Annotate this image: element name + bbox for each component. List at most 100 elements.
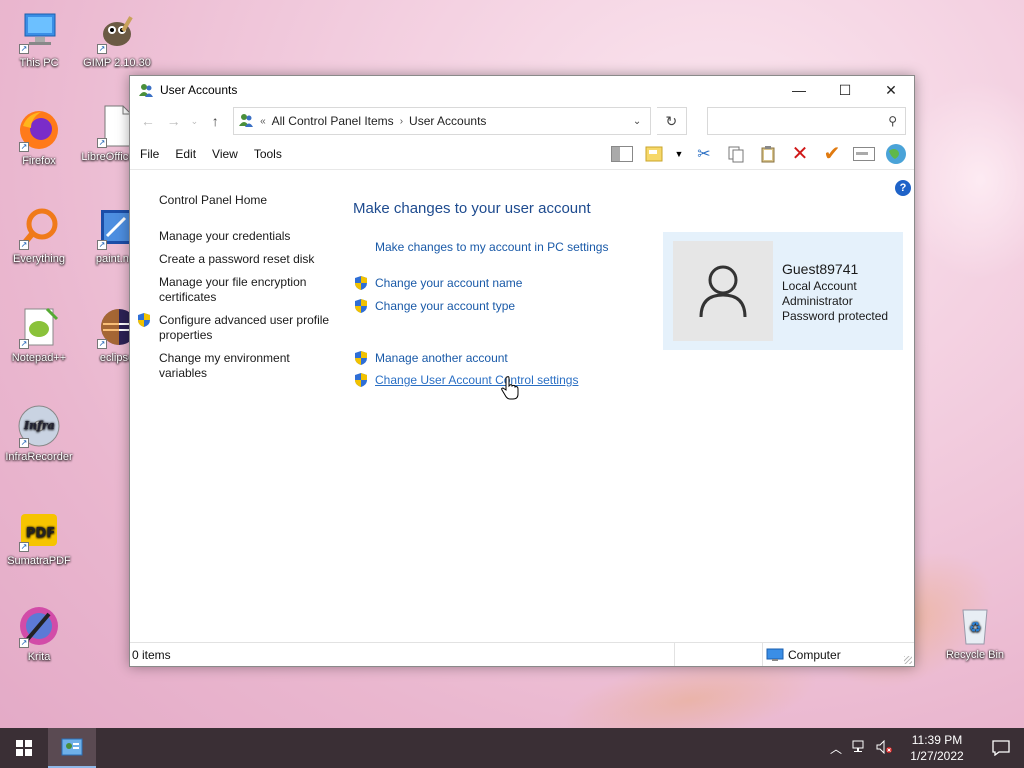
clock-date: 1/27/2022 bbox=[910, 749, 964, 763]
apply-button[interactable]: ✔ bbox=[820, 142, 844, 166]
item-count: 0 items bbox=[132, 648, 171, 662]
desktop-icon-infrarecorder[interactable]: Infra ↗ InfraRecorder bbox=[1, 404, 77, 464]
desktop-icon-this-pc[interactable]: ↗ This PC bbox=[1, 10, 77, 70]
user-accounts-window: User Accounts — ☐ ✕ ← → ⌄ ↑ « All Contro… bbox=[129, 75, 915, 667]
desktop-icon-label: Firefox bbox=[22, 155, 56, 167]
taskbar-app-user-accounts[interactable] bbox=[48, 728, 96, 768]
password-reset-disk-link[interactable]: Create a password reset disk bbox=[159, 252, 334, 267]
address-bar[interactable]: « All Control Panel Items › User Account… bbox=[233, 107, 652, 135]
desktop-icon-label: InfraRecorder bbox=[5, 451, 73, 463]
shortcut-arrow-icon: ↗ bbox=[97, 240, 107, 250]
delete-x-icon: ✕ bbox=[791, 143, 809, 165]
account-type-local: Local Account bbox=[782, 279, 857, 293]
status-zone: Computer bbox=[766, 648, 841, 662]
menu-tools[interactable]: Tools bbox=[254, 147, 282, 161]
uac-settings-link[interactable]: Change User Account Control settings bbox=[375, 373, 578, 387]
shortcut-arrow-icon: ↗ bbox=[97, 339, 107, 349]
shortcut-arrow-icon: ↗ bbox=[19, 638, 29, 648]
desktop-icon-firefox[interactable]: ↗ Firefox bbox=[1, 108, 77, 168]
infrarecorder-disc-icon: Infra ↗ bbox=[17, 404, 61, 448]
pc-settings-link[interactable]: Make changes to my account in PC setting… bbox=[375, 240, 608, 254]
advanced-profile-properties-link[interactable]: Configure advanced user profile properti… bbox=[159, 313, 334, 343]
address-row: ← → ⌄ ↑ « All Control Panel Items › User… bbox=[130, 104, 914, 138]
environment-variables-link[interactable]: Change my environment variables bbox=[159, 351, 334, 381]
desktop-icon-sumatrapdf[interactable]: PDF ↗ SumatraPDF bbox=[1, 508, 77, 568]
properties-button[interactable] bbox=[642, 142, 666, 166]
search-input[interactable] bbox=[707, 108, 878, 134]
control-panel-home-link[interactable]: Control Panel Home bbox=[159, 193, 334, 208]
maximize-button[interactable]: ☐ bbox=[822, 76, 868, 104]
desktop-icon-everything[interactable]: ↗ Everything bbox=[1, 206, 77, 266]
account-password-status: Password protected bbox=[782, 309, 889, 323]
copy-button[interactable] bbox=[724, 142, 748, 166]
cut-button[interactable]: ✂ bbox=[692, 142, 716, 166]
network-button[interactable] bbox=[848, 740, 872, 757]
clock[interactable]: 11:39 PM 1/27/2022 bbox=[896, 732, 978, 764]
desktop-icon-label: This PC bbox=[19, 57, 59, 69]
pane-layout-icon bbox=[611, 145, 633, 162]
action-center-button[interactable] bbox=[978, 740, 1024, 756]
show-hidden-icons-button[interactable]: ︿ bbox=[824, 740, 848, 757]
refresh-button[interactable]: ↻ bbox=[657, 107, 687, 135]
minimize-button[interactable]: — bbox=[776, 76, 822, 104]
user-accounts-icon bbox=[138, 82, 154, 98]
rename-button[interactable] bbox=[852, 142, 876, 166]
breadcrumb-overflow[interactable]: « bbox=[260, 116, 266, 127]
notification-icon bbox=[992, 740, 1010, 756]
arrow-right-icon: → bbox=[166, 113, 181, 129]
uac-shield-icon bbox=[353, 298, 369, 314]
shortcut-arrow-icon: ↗ bbox=[19, 542, 29, 552]
maximize-icon: ☐ bbox=[838, 81, 852, 98]
menu-view[interactable]: View bbox=[212, 147, 238, 161]
manage-another-account-link[interactable]: Manage another account bbox=[375, 351, 508, 365]
address-dropdown-button[interactable]: ⌄ bbox=[624, 116, 650, 127]
paste-button[interactable] bbox=[756, 142, 780, 166]
menu-file[interactable]: File bbox=[140, 147, 159, 161]
sumatrapdf-icon: PDF ↗ bbox=[17, 508, 61, 552]
desktop-icon-notepadpp[interactable]: ↗ Notepad++ bbox=[1, 305, 77, 365]
desktop-icon-label: Notepad++ bbox=[11, 352, 67, 364]
control-panel-icon bbox=[61, 738, 83, 756]
breadcrumb-all-control-panel-items[interactable]: All Control Panel Items bbox=[272, 114, 394, 128]
clipboard-icon bbox=[761, 145, 775, 162]
status-bar: 0 items Computer bbox=[130, 642, 914, 666]
desktop-icon-label: GIMP 2.10.30 bbox=[83, 57, 151, 69]
uac-shield-icon bbox=[353, 275, 369, 291]
close-icon: ✕ bbox=[885, 81, 897, 98]
shortcut-arrow-icon: ↗ bbox=[19, 339, 29, 349]
properties-dropdown[interactable]: ▼ bbox=[674, 142, 684, 166]
desktop-icon-recycle-bin[interactable]: ♻ Recycle Bin bbox=[937, 602, 1013, 662]
volume-button[interactable] bbox=[872, 739, 896, 757]
close-button[interactable]: ✕ bbox=[868, 76, 914, 104]
scissors-icon: ✂ bbox=[697, 145, 711, 163]
krita-icon: ↗ bbox=[17, 604, 61, 648]
wallpaper-highlight bbox=[900, 80, 1024, 280]
file-encryption-certificates-link[interactable]: Manage your file encryption certificates bbox=[159, 275, 334, 305]
breadcrumb-user-accounts[interactable]: User Accounts bbox=[409, 114, 486, 128]
delete-button[interactable]: ✕ bbox=[788, 142, 812, 166]
up-button[interactable]: ↑ bbox=[205, 113, 225, 129]
manage-credentials-link[interactable]: Manage your credentials bbox=[159, 229, 334, 244]
change-account-type-link[interactable]: Change your account type bbox=[375, 299, 515, 313]
desktop-icon-label: SumatraPDF bbox=[7, 555, 71, 567]
resize-grip[interactable] bbox=[904, 656, 912, 664]
desktop-icon-krita[interactable]: ↗ Krita bbox=[1, 604, 77, 664]
layout-pane-button[interactable] bbox=[610, 142, 634, 166]
title-bar[interactable]: User Accounts — ☐ ✕ bbox=[130, 76, 914, 104]
recent-locations-button[interactable]: ⌄ bbox=[189, 116, 199, 127]
desktop-icon-label: Recycle Bin bbox=[945, 649, 1005, 661]
chevron-right-icon: › bbox=[399, 115, 404, 127]
help-button[interactable]: ? bbox=[895, 180, 911, 196]
network-icon bbox=[852, 740, 864, 752]
forward-button[interactable]: → bbox=[164, 113, 184, 129]
window-title: User Accounts bbox=[160, 83, 238, 97]
change-account-name-link[interactable]: Change your account name bbox=[375, 276, 522, 290]
globe-button[interactable] bbox=[884, 142, 908, 166]
taskbar: ︿ 11:39 PM 1/27/2022 bbox=[0, 728, 1024, 768]
globe-icon bbox=[886, 143, 906, 164]
start-button[interactable] bbox=[0, 728, 48, 768]
desktop-icon-gimp[interactable]: ↗ GIMP 2.10.30 bbox=[79, 10, 155, 70]
back-button[interactable]: ← bbox=[138, 113, 158, 129]
clock-time: 11:39 PM bbox=[911, 733, 963, 747]
menu-edit[interactable]: Edit bbox=[175, 147, 196, 161]
